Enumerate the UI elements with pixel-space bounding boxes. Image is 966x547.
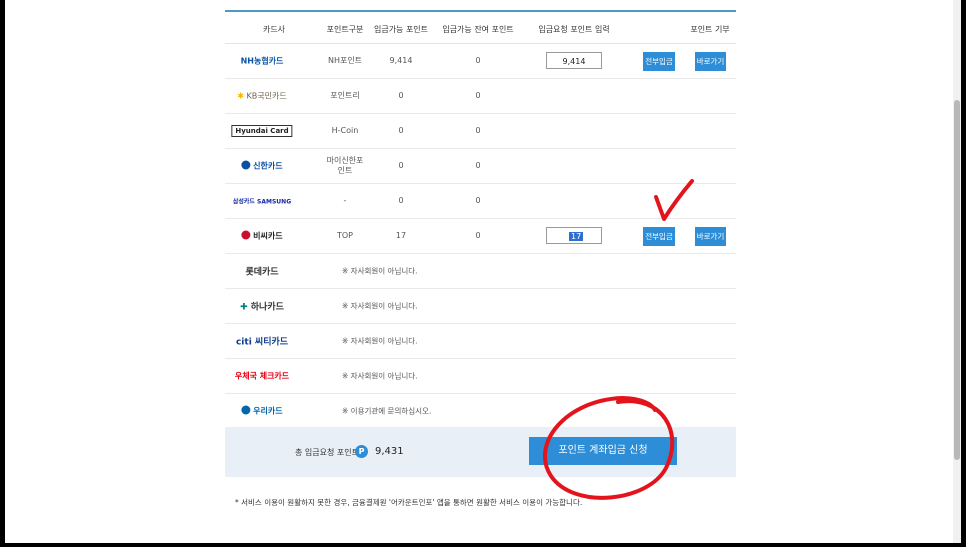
go-to-button[interactable]: 바로가기 [695,52,726,71]
request-points-input[interactable]: 17 [546,227,602,244]
kb-card-logo: ✱ KB국민카드 [237,91,287,101]
available-points: 17 [395,231,407,240]
table-row: 우체국 체크카드 ※ 자사회원이 아닙니다. [225,359,736,394]
request-points-input[interactable]: 9,414 [546,52,602,69]
point-type: H-Coin [331,126,359,135]
kb-star-icon: ✱ [237,91,244,101]
go-to-button[interactable]: 바로가기 [695,227,726,246]
remaining-points: 0 [475,196,481,205]
remaining-points: 0 [475,91,481,100]
point-type: TOP [336,231,354,240]
woori-logo-icon [241,405,251,415]
selected-text: 17 [569,232,584,241]
scrollbar-thumb[interactable] [954,100,960,460]
row-note: ※ 자사회원이 아닙니다. [342,301,418,311]
row-note: ※ 자사회원이 아닙니다. [342,266,418,276]
deposit-all-button[interactable]: 전부입금 [643,52,675,71]
row-note: ※ 이용기관에 문의하십시오. [342,406,432,416]
header-point-type: 포인트구분 [326,25,364,34]
row-note: ※ 자사회원이 아닙니다. [342,336,418,346]
woori-card-logo: 우리카드 [241,405,283,417]
header-donate: 포인트 기부 [690,25,730,34]
header-remaining: 입금가능 잔여 포인트 [442,25,514,34]
remaining-points: 0 [475,161,481,170]
service-disclaimer: * 서비스 이용이 원활하지 못한 경우, 금융결제원 '어카운트인포' 앱을 … [235,498,583,507]
available-points: 0 [398,91,404,100]
total-request-value: 9,431 [375,446,404,457]
points-table: 카드사 포인트구분 입금가능 포인트 입금가능 잔여 포인트 입금요청 포인트 … [225,10,736,429]
total-request-label: 총 입금요청 포인트 [295,448,359,457]
table-header: 카드사 포인트구분 입금가능 포인트 입금가능 잔여 포인트 입금요청 포인트 … [225,12,736,44]
table-row: ✱ KB국민카드 포인트리 0 0 [225,79,736,114]
table-row: 삼성카드 SAMSUNG - 0 0 [225,184,736,219]
hyundai-card-logo: Hyundai Card [231,125,293,137]
header-request-input: 입금요청 포인트 입력 [538,25,610,34]
points-badge-icon: P [355,445,368,458]
available-points: 0 [398,126,404,135]
point-type: 포인트리 [330,91,360,100]
remaining-points: 0 [475,126,481,135]
point-type: - [343,196,347,205]
table-row: Hyundai Card H-Coin 0 0 [225,114,736,149]
available-points: 9,414 [389,56,413,65]
point-type: NH포인트 [327,56,363,65]
hana-card-logo: ✚ 하나카드 [240,302,284,313]
header-card-company: 카드사 [262,25,286,34]
table-row: 비씨카드 TOP 17 0 17 전부입금 바로가기 [225,219,736,254]
shinhan-card-logo: 신한카드 [241,160,283,172]
summary-bar: 총 입금요청 포인트 P 9,431 포인트 계좌입금 신청 [225,427,736,477]
available-points: 0 [398,196,404,205]
hana-logo-icon: ✚ [240,302,248,313]
apply-deposit-button[interactable]: 포인트 계좌입금 신청 [529,437,677,465]
table-row: 신한카드 마이신한포 인트 0 0 [225,149,736,184]
header-available: 입금가능 포인트 [373,25,429,34]
point-type: 마이신한포 인트 [326,156,364,175]
row-note: ※ 자사회원이 아닙니다. [342,371,418,381]
post-office-card-logo: 우체국 체크카드 [234,371,290,381]
table-row: 롯데카드 ※ 자사회원이 아닙니다. [225,254,736,289]
bc-logo-icon [241,230,251,240]
table-row: citi 씨티카드 ※ 자사회원이 아닙니다. [225,324,736,359]
table-row: NH농협카드 NH포인트 9,414 0 9,414 전부입금 바로가기 [225,44,736,79]
lotte-card-logo: 롯데카드 [245,267,279,278]
table-row: 우리카드 ※ 이용기관에 문의하십시오. [225,394,736,429]
remaining-points: 0 [475,231,481,240]
available-points: 0 [398,161,404,170]
bc-card-logo: 비씨카드 [241,230,283,242]
shinhan-logo-icon [241,160,251,170]
deposit-all-button[interactable]: 전부입금 [643,227,675,246]
table-row: ✚ 하나카드 ※ 자사회원이 아닙니다. [225,289,736,324]
nh-card-logo: NH농협카드 [240,56,284,66]
citi-card-logo: citi 씨티카드 [235,337,289,348]
remaining-points: 0 [475,56,481,65]
samsung-card-logo: 삼성카드 SAMSUNG [232,198,292,206]
